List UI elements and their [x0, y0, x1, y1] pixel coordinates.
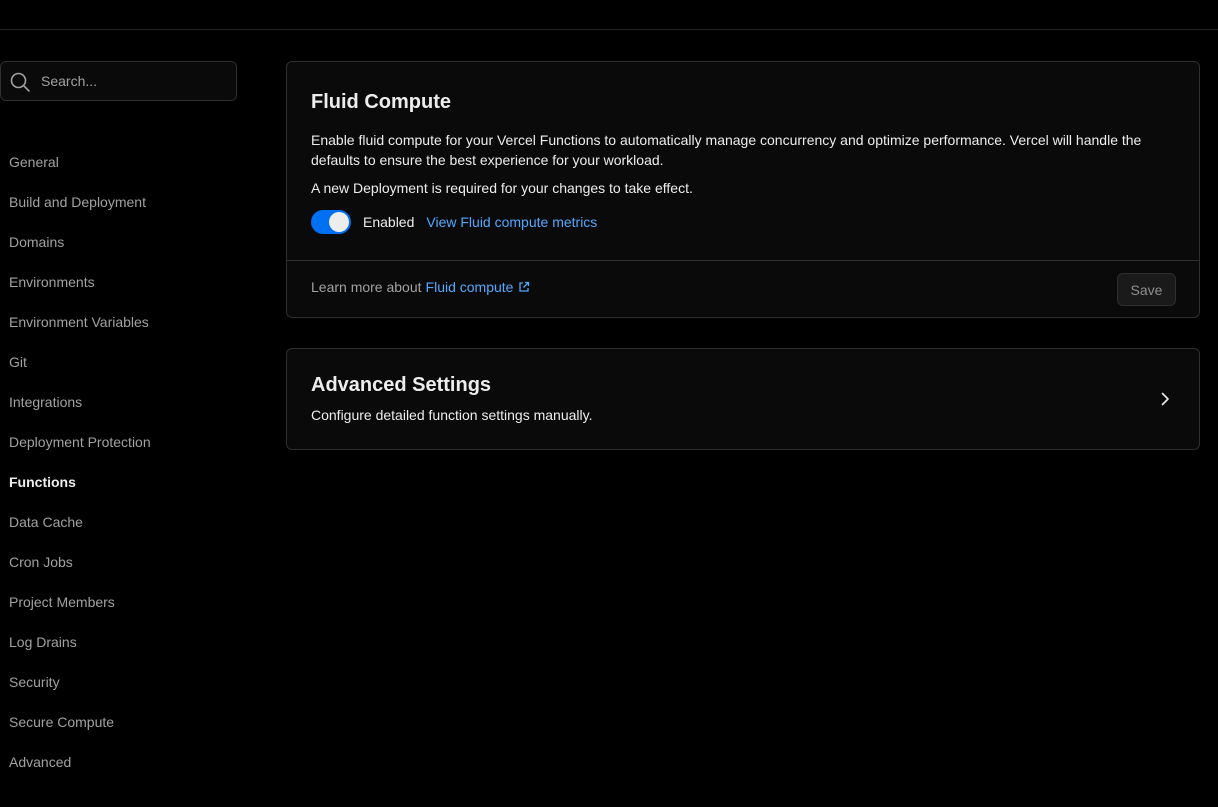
sidebar-item-general[interactable]: General — [9, 142, 59, 182]
sidebar-item-domains[interactable]: Domains — [9, 222, 64, 262]
toggle-knob — [329, 212, 349, 232]
sidebar-item-build-and-deployment[interactable]: Build and Deployment — [9, 182, 146, 222]
sidebar-item-data-cache[interactable]: Data Cache — [9, 502, 83, 542]
search-input[interactable] — [41, 70, 231, 92]
learn-more-text: Learn more about Fluid compute — [311, 279, 530, 295]
fluid-compute-footer: Learn more about Fluid compute Save — [287, 260, 1199, 317]
fluid-compute-title: Fluid Compute — [311, 91, 451, 113]
sidebar-item-security[interactable]: Security — [9, 662, 60, 702]
sidebar-item-secure-compute[interactable]: Secure Compute — [9, 702, 114, 742]
sidebar-item-git[interactable]: Git — [9, 342, 27, 382]
top-divider — [0, 29, 1218, 30]
sidebar-item-advanced[interactable]: Advanced — [9, 742, 71, 782]
sidebar-item-environment-variables[interactable]: Environment Variables — [9, 302, 149, 342]
save-button[interactable]: Save — [1117, 273, 1176, 306]
fluid-compute-docs-link-label: Fluid compute — [425, 279, 514, 295]
toggle-label: Enabled — [363, 214, 415, 230]
sidebar-item-deployment-protection[interactable]: Deployment Protection — [9, 422, 151, 462]
view-metrics-link[interactable]: View Fluid compute metrics — [426, 214, 597, 230]
sidebar-item-cron-jobs[interactable]: Cron Jobs — [9, 542, 73, 582]
advanced-settings-title: Advanced Settings — [311, 374, 492, 396]
advanced-settings-description: Configure detailed function settings man… — [311, 407, 593, 423]
search-box[interactable] — [0, 61, 237, 101]
fluid-compute-docs-link[interactable]: Fluid compute — [426, 279, 531, 295]
advanced-settings-card[interactable]: Advanced Settings Configure detailed fun… — [286, 348, 1200, 450]
sidebar-item-integrations[interactable]: Integrations — [9, 382, 82, 422]
fluid-compute-description: Enable fluid compute for your Vercel Fun… — [311, 132, 1142, 168]
search-icon — [10, 72, 30, 92]
fluid-compute-card: Fluid Compute Enable fluid compute for y… — [286, 61, 1200, 318]
sidebar-item-project-members[interactable]: Project Members — [9, 582, 115, 622]
fluid-compute-toggle-row: Enabled View Fluid compute metrics — [311, 209, 597, 235]
external-link-icon — [519, 281, 530, 292]
sidebar-item-environments[interactable]: Environments — [9, 262, 95, 302]
chevron-right-icon — [1161, 392, 1169, 406]
learn-more-label: Learn more about — [311, 279, 422, 295]
fluid-compute-toggle[interactable] — [311, 210, 351, 234]
sidebar-item-log-drains[interactable]: Log Drains — [9, 622, 77, 662]
deployment-notice: A new Deployment is required for your ch… — [311, 180, 693, 196]
sidebar-item-functions[interactable]: Functions — [9, 462, 76, 502]
